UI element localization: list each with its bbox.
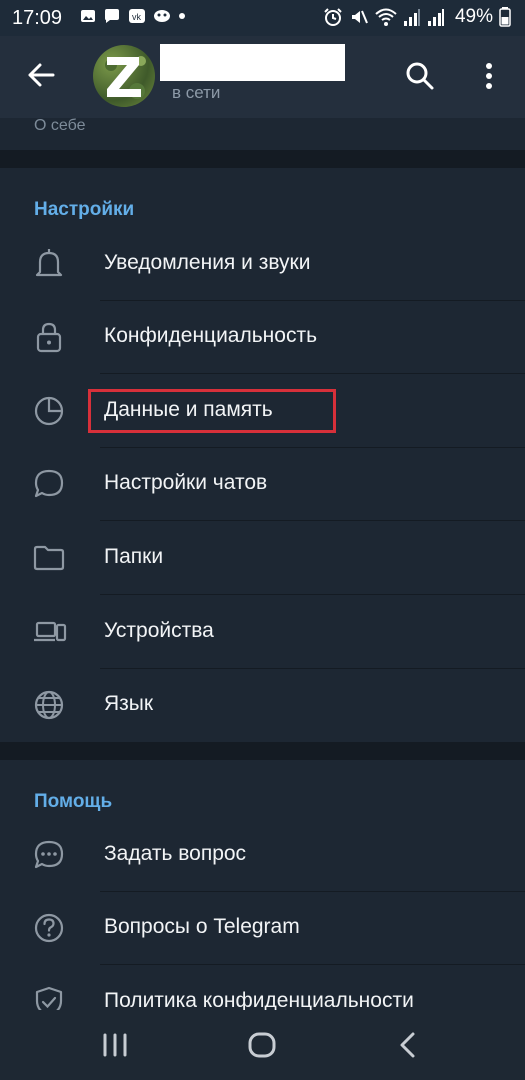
status-time: 17:09	[12, 7, 63, 29]
avatar[interactable]	[93, 45, 155, 107]
system-nav-bar	[0, 1010, 525, 1080]
notification-icons: vk	[80, 8, 186, 24]
status-bar: 17:09 vk 49%	[0, 0, 525, 36]
chevron-left-icon	[400, 1032, 415, 1058]
back-button[interactable]	[26, 60, 56, 90]
signal-icon	[403, 9, 420, 26]
highlight-annotation-box	[88, 389, 336, 433]
pie-chart-icon	[34, 396, 64, 426]
vk-notification-icon: vk	[129, 9, 145, 23]
alarm-icon	[324, 8, 342, 26]
help-item-telegram-faq[interactable]: Вопросы о Telegram	[0, 891, 525, 965]
dot-icon	[179, 13, 185, 19]
globe-icon	[34, 690, 64, 720]
settings-item-devices[interactable]: Устройства	[0, 595, 525, 669]
help-item-ask-question[interactable]: Задать вопрос	[0, 818, 525, 892]
section-divider	[0, 150, 525, 168]
online-status: в сети	[172, 83, 221, 102]
settings-item-label: Уведомления и звуки	[104, 251, 311, 274]
settings-item-label: Язык	[104, 692, 154, 715]
image-notification-icon	[81, 10, 95, 22]
folder-icon	[33, 545, 65, 571]
system-back-button[interactable]	[396, 1031, 420, 1059]
signal-2-icon	[427, 9, 444, 26]
home-button[interactable]	[247, 1031, 277, 1059]
more-vertical-icon	[486, 63, 492, 89]
system-status-icons: 49%	[323, 6, 511, 28]
search-button[interactable]	[404, 60, 436, 92]
chat-dots-icon	[34, 840, 64, 869]
mute-icon	[351, 10, 368, 24]
recent-apps-icon	[103, 1033, 127, 1057]
app-bar: в сети	[0, 36, 525, 118]
home-icon	[248, 1032, 276, 1058]
profile-name-redacted	[160, 44, 345, 81]
settings-item-privacy[interactable]: Конфиденциальность	[0, 300, 525, 374]
battery-percent: 49%	[454, 6, 493, 27]
wifi-icon	[375, 8, 397, 26]
settings-item-label: Папки	[104, 545, 164, 568]
settings-item-notifications[interactable]: Уведомления и звуки	[0, 227, 525, 301]
z-letter-icon	[105, 56, 146, 99]
settings-item-label: Устройства	[104, 619, 214, 642]
settings-item-label: Настройки чатов	[104, 471, 268, 494]
settings-item-folders[interactable]: Папки	[0, 521, 525, 595]
battery-icon	[499, 7, 511, 27]
more-options-button[interactable]	[478, 60, 500, 92]
help-section-title: Помощь	[34, 791, 113, 812]
lock-icon	[36, 322, 62, 353]
arrow-left-icon	[28, 63, 55, 87]
bell-icon	[35, 249, 63, 277]
settings-item-label: Конфиденциальность	[104, 324, 318, 347]
question-icon	[34, 913, 64, 943]
help-item-label: Вопросы о Telegram	[104, 915, 300, 938]
recent-apps-button[interactable]	[100, 1032, 130, 1058]
svg-text:vk: vk	[132, 12, 142, 22]
about-label: О себе	[34, 117, 86, 134]
section-divider	[0, 742, 525, 760]
settings-section-title: Настройки	[34, 199, 135, 220]
devices-icon	[34, 621, 67, 642]
chat-bubble-icon	[34, 469, 64, 498]
settings-item-chat-settings[interactable]: Настройки чатов	[0, 447, 525, 521]
app-notification-icon	[154, 10, 170, 22]
settings-item-language[interactable]: Язык	[0, 668, 525, 742]
help-item-label: Задать вопрос	[104, 842, 247, 865]
message-notification-icon	[105, 9, 119, 23]
search-icon	[406, 62, 434, 90]
